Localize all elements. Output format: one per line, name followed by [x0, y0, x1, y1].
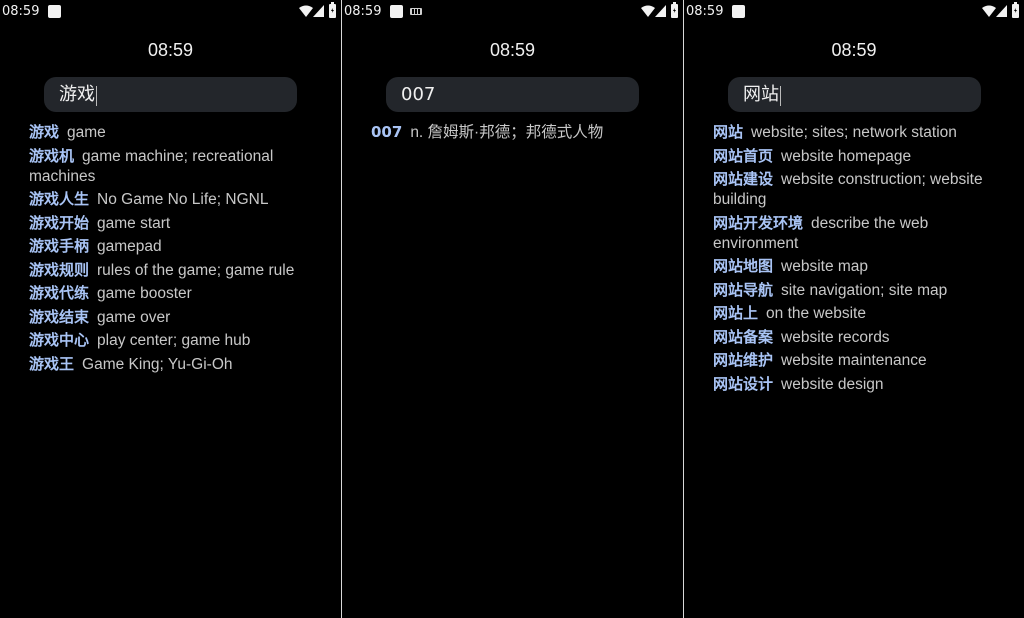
result-definition: website; sites; network station	[751, 124, 957, 141]
result-row[interactable]: 网站导航 site navigation; site map	[713, 280, 1013, 301]
result-row[interactable]: 游戏人生 No Game No Life; NGNL	[29, 189, 329, 210]
result-row[interactable]: 游戏代练 game booster	[29, 283, 329, 304]
clock: 08:59	[489, 40, 536, 60]
screen-panel-3: 08:59 08:59 网站 网站 website; sites; network…	[684, 0, 1024, 618]
result-definition: play center; game hub	[97, 332, 251, 349]
result-definition: website homepage	[781, 147, 912, 165]
result-row[interactable]: 游戏开始 game start	[29, 213, 329, 234]
result-term: 网站首页	[713, 146, 774, 165]
result-term: 游戏代练	[29, 284, 90, 302]
result-row[interactable]: 游戏手柄 gamepad	[29, 236, 329, 257]
result-row[interactable]: 游戏 game	[29, 122, 329, 143]
result-row[interactable]: 游戏王 Game King; Yu-Gi-Oh	[29, 354, 329, 375]
status-time: 08:59	[686, 4, 724, 19]
result-definition: website map	[781, 258, 869, 275]
cell-signal-icon	[996, 5, 1007, 17]
result-row[interactable]: 游戏中心 play center; game hub	[29, 330, 329, 351]
result-definition: gamepad	[97, 238, 162, 255]
clock: 08:59	[147, 40, 194, 60]
result-definition: site navigation; site map	[781, 281, 948, 299]
result-term: 网站	[713, 123, 744, 141]
results-list: 游戏 game 游戏机 game machine; recreational mach…	[29, 122, 329, 377]
result-row[interactable]: 网站开发环境 describe the web environment	[713, 213, 1013, 254]
search-query: 网站	[743, 84, 779, 105]
result-term: 网站维护	[713, 351, 774, 369]
result-definition: game	[67, 124, 106, 141]
battery-charging-icon	[1012, 2, 1019, 18]
wifi-icon	[641, 5, 655, 17]
result-term: 网站地图	[713, 257, 774, 275]
results-list: 007 n. 詹姆斯·邦德；邦德式人物	[371, 122, 671, 146]
status-bar: 08:59	[684, 0, 1024, 24]
result-definition: game booster	[97, 285, 192, 302]
result-row[interactable]: 游戏结束 game over	[29, 307, 329, 328]
result-term: 游戏手柄	[29, 237, 90, 255]
search-input[interactable]: 网站	[728, 77, 981, 112]
result-row[interactable]: 网站 website; sites; network station	[713, 122, 1013, 143]
result-term: 007	[371, 123, 403, 141]
results-list: 网站 website; sites; network station 网站首页 web…	[713, 122, 1013, 397]
status-time: 08:59	[344, 4, 382, 19]
result-term: 网站建设	[713, 170, 774, 188]
result-row[interactable]: 网站备案 website records	[713, 327, 1013, 348]
result-term: 游戏结束	[29, 307, 90, 326]
status-bar: 08:59	[0, 0, 341, 24]
cell-signal-icon	[655, 5, 666, 17]
result-term: 游戏人生	[29, 190, 90, 208]
result-row[interactable]: 游戏规则 rules of the game; game rule	[29, 260, 329, 281]
result-definition: game over	[97, 308, 171, 326]
result-term: 网站备案	[713, 327, 774, 346]
search-query: 007	[401, 84, 436, 105]
result-definition: rules of the game; game rule	[97, 261, 295, 279]
square-notification-icon	[732, 5, 745, 18]
screen-panel-2: 08:59 08:59 007 007 n. 詹姆斯·邦德；邦德式人物	[342, 0, 683, 618]
result-definition: website records	[781, 328, 890, 346]
result-definition: website maintenance	[781, 352, 927, 369]
result-term: 网站导航	[713, 280, 774, 299]
status-time: 08:59	[2, 4, 40, 19]
result-row[interactable]: 网站建设 website construction; website buildi…	[713, 169, 1013, 210]
result-term: 网站设计	[713, 374, 774, 393]
result-term: 游戏中心	[29, 331, 90, 349]
clock: 08:59	[831, 40, 877, 60]
result-row[interactable]: 007 n. 詹姆斯·邦德；邦德式人物	[371, 122, 671, 143]
result-row[interactable]: 网站上 on the website	[713, 303, 1013, 324]
result-row[interactable]: 网站维护 website maintenance	[713, 350, 1013, 371]
square-notification-icon	[48, 5, 61, 18]
wifi-icon	[299, 5, 313, 17]
result-row[interactable]: 网站地图 website map	[713, 256, 1013, 277]
search-input[interactable]: 007	[386, 77, 639, 112]
search-query: 游戏	[59, 84, 95, 105]
result-definition: on the website	[766, 305, 866, 322]
result-definition: game start	[97, 214, 171, 232]
screen-panel-1: 08:59 08:59 游戏 游戏 game 游戏机 game machine; re…	[0, 0, 341, 618]
result-definition: n. 詹姆斯·邦德；邦德式人物	[410, 124, 604, 141]
status-bar: 08:59	[342, 0, 683, 24]
result-definition: Game King; Yu-Gi-Oh	[82, 355, 233, 373]
search-input[interactable]: 游戏	[44, 77, 297, 112]
result-row[interactable]: 网站设计 website design	[713, 374, 1013, 395]
result-term: 网站开发环境	[713, 213, 804, 232]
cell-signal-icon	[313, 5, 324, 17]
battery-charging-icon	[671, 2, 678, 18]
text-cursor	[780, 85, 781, 106]
result-term: 游戏	[29, 123, 60, 141]
wifi-icon	[982, 5, 996, 17]
keyboard-icon	[410, 8, 422, 15]
result-row[interactable]: 网站首页 website homepage	[713, 146, 1013, 167]
result-term: 游戏开始	[29, 213, 90, 232]
result-definition: No Game No Life; NGNL	[97, 191, 269, 208]
result-term: 游戏规则	[29, 260, 90, 279]
result-term: 网站上	[713, 304, 759, 322]
square-notification-icon	[390, 5, 403, 18]
result-row[interactable]: 游戏机 game machine; recreational machines	[29, 146, 329, 187]
battery-charging-icon	[329, 2, 336, 18]
result-term: 游戏机	[29, 146, 75, 165]
result-term: 游戏王	[29, 354, 75, 373]
text-cursor	[96, 85, 97, 106]
result-definition: website design	[781, 375, 884, 393]
